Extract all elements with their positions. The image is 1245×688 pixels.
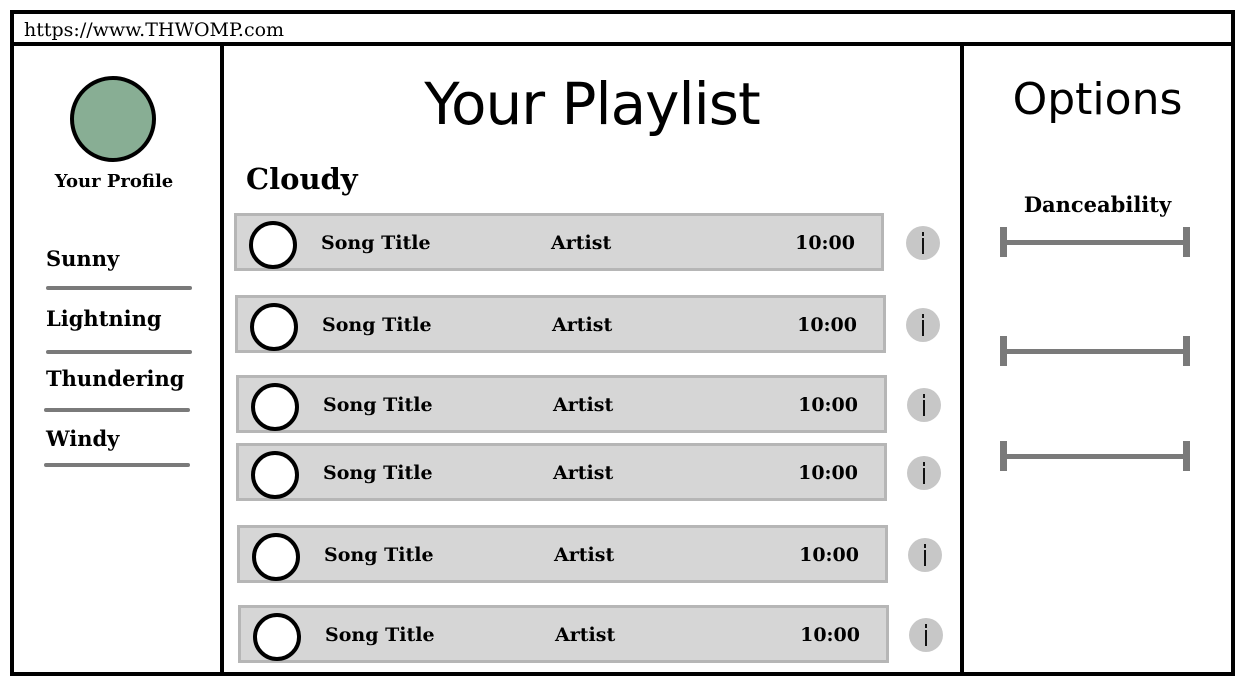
circle-icon[interactable] [251,383,299,431]
sidebar-item-lightning[interactable]: Lightning [46,306,162,331]
info-icon[interactable] [909,618,943,652]
song-title: Song Title [324,544,434,566]
circle-icon[interactable] [249,221,297,269]
playlist-panel: Your Playlist Cloudy Song Title Artist 1… [224,46,960,672]
options-panel: Options Danceability [964,46,1231,672]
song-duration: 10:00 [798,394,858,416]
song-title: Song Title [323,394,433,416]
song-title: Song Title [325,624,435,646]
info-icon[interactable] [907,388,941,422]
profile-label[interactable]: Your Profile [44,171,184,192]
song-duration: 10:00 [797,314,857,336]
danceability-label: Danceability [1023,192,1172,217]
song-title: Song Title [323,462,433,484]
sidebar-divider [46,286,192,290]
profile-avatar-icon[interactable] [70,76,156,162]
option-slider[interactable] [1000,336,1190,366]
song-artist: Artist [553,462,614,484]
slider-track[interactable] [1000,240,1190,245]
song-artist: Artist [555,624,616,646]
slider-track[interactable] [1000,454,1190,459]
song-duration: 10:00 [799,544,859,566]
info-icon[interactable] [906,308,940,342]
options-title: Options [1012,74,1183,125]
sidebar-divider [46,350,192,354]
info-icon[interactable] [907,456,941,490]
slider-end-cap [1183,227,1190,257]
circle-icon[interactable] [252,533,300,581]
playlist-name: Cloudy [246,162,358,196]
song-artist: Artist [553,394,614,416]
info-icon[interactable] [906,226,940,260]
browser-window: https://www.THWOMP.com Your Profile Sunn… [10,10,1235,676]
song-row[interactable]: Song Title Artist 10:00 [238,605,889,663]
song-artist: Artist [554,544,615,566]
circle-icon[interactable] [250,303,298,351]
song-row[interactable]: Song Title Artist 10:00 [235,295,886,353]
song-row[interactable]: Song Title Artist 10:00 [236,375,887,433]
song-row[interactable]: Song Title Artist 10:00 [237,525,888,583]
song-title: Song Title [321,232,431,254]
song-duration: 10:00 [795,232,855,254]
info-icon[interactable] [908,538,942,572]
sidebar: Your Profile Sunny Lightning Thundering … [14,46,220,672]
song-duration: 10:00 [798,462,858,484]
song-artist: Artist [552,314,613,336]
address-bar[interactable]: https://www.THWOMP.com [14,14,1231,46]
slider-end-cap [1183,441,1190,471]
circle-icon[interactable] [253,613,301,661]
slider-track[interactable] [1000,349,1190,354]
sidebar-item-thundering[interactable]: Thundering [46,366,184,391]
song-row[interactable]: Song Title Artist 10:00 [234,213,884,271]
sidebar-divider [44,408,190,412]
song-row[interactable]: Song Title Artist 10:00 [236,443,887,501]
sidebar-item-windy[interactable]: Windy [46,426,119,451]
page-title: Your Playlist [424,70,760,138]
danceability-slider[interactable] [1000,227,1190,257]
option-slider[interactable] [1000,441,1190,471]
slider-end-cap [1183,336,1190,366]
song-artist: Artist [551,232,612,254]
sidebar-divider [44,463,190,467]
url-text[interactable]: https://www.THWOMP.com [24,19,284,41]
sidebar-item-sunny[interactable]: Sunny [46,246,119,271]
circle-icon[interactable] [251,451,299,499]
song-duration: 10:00 [800,624,860,646]
song-title: Song Title [322,314,432,336]
